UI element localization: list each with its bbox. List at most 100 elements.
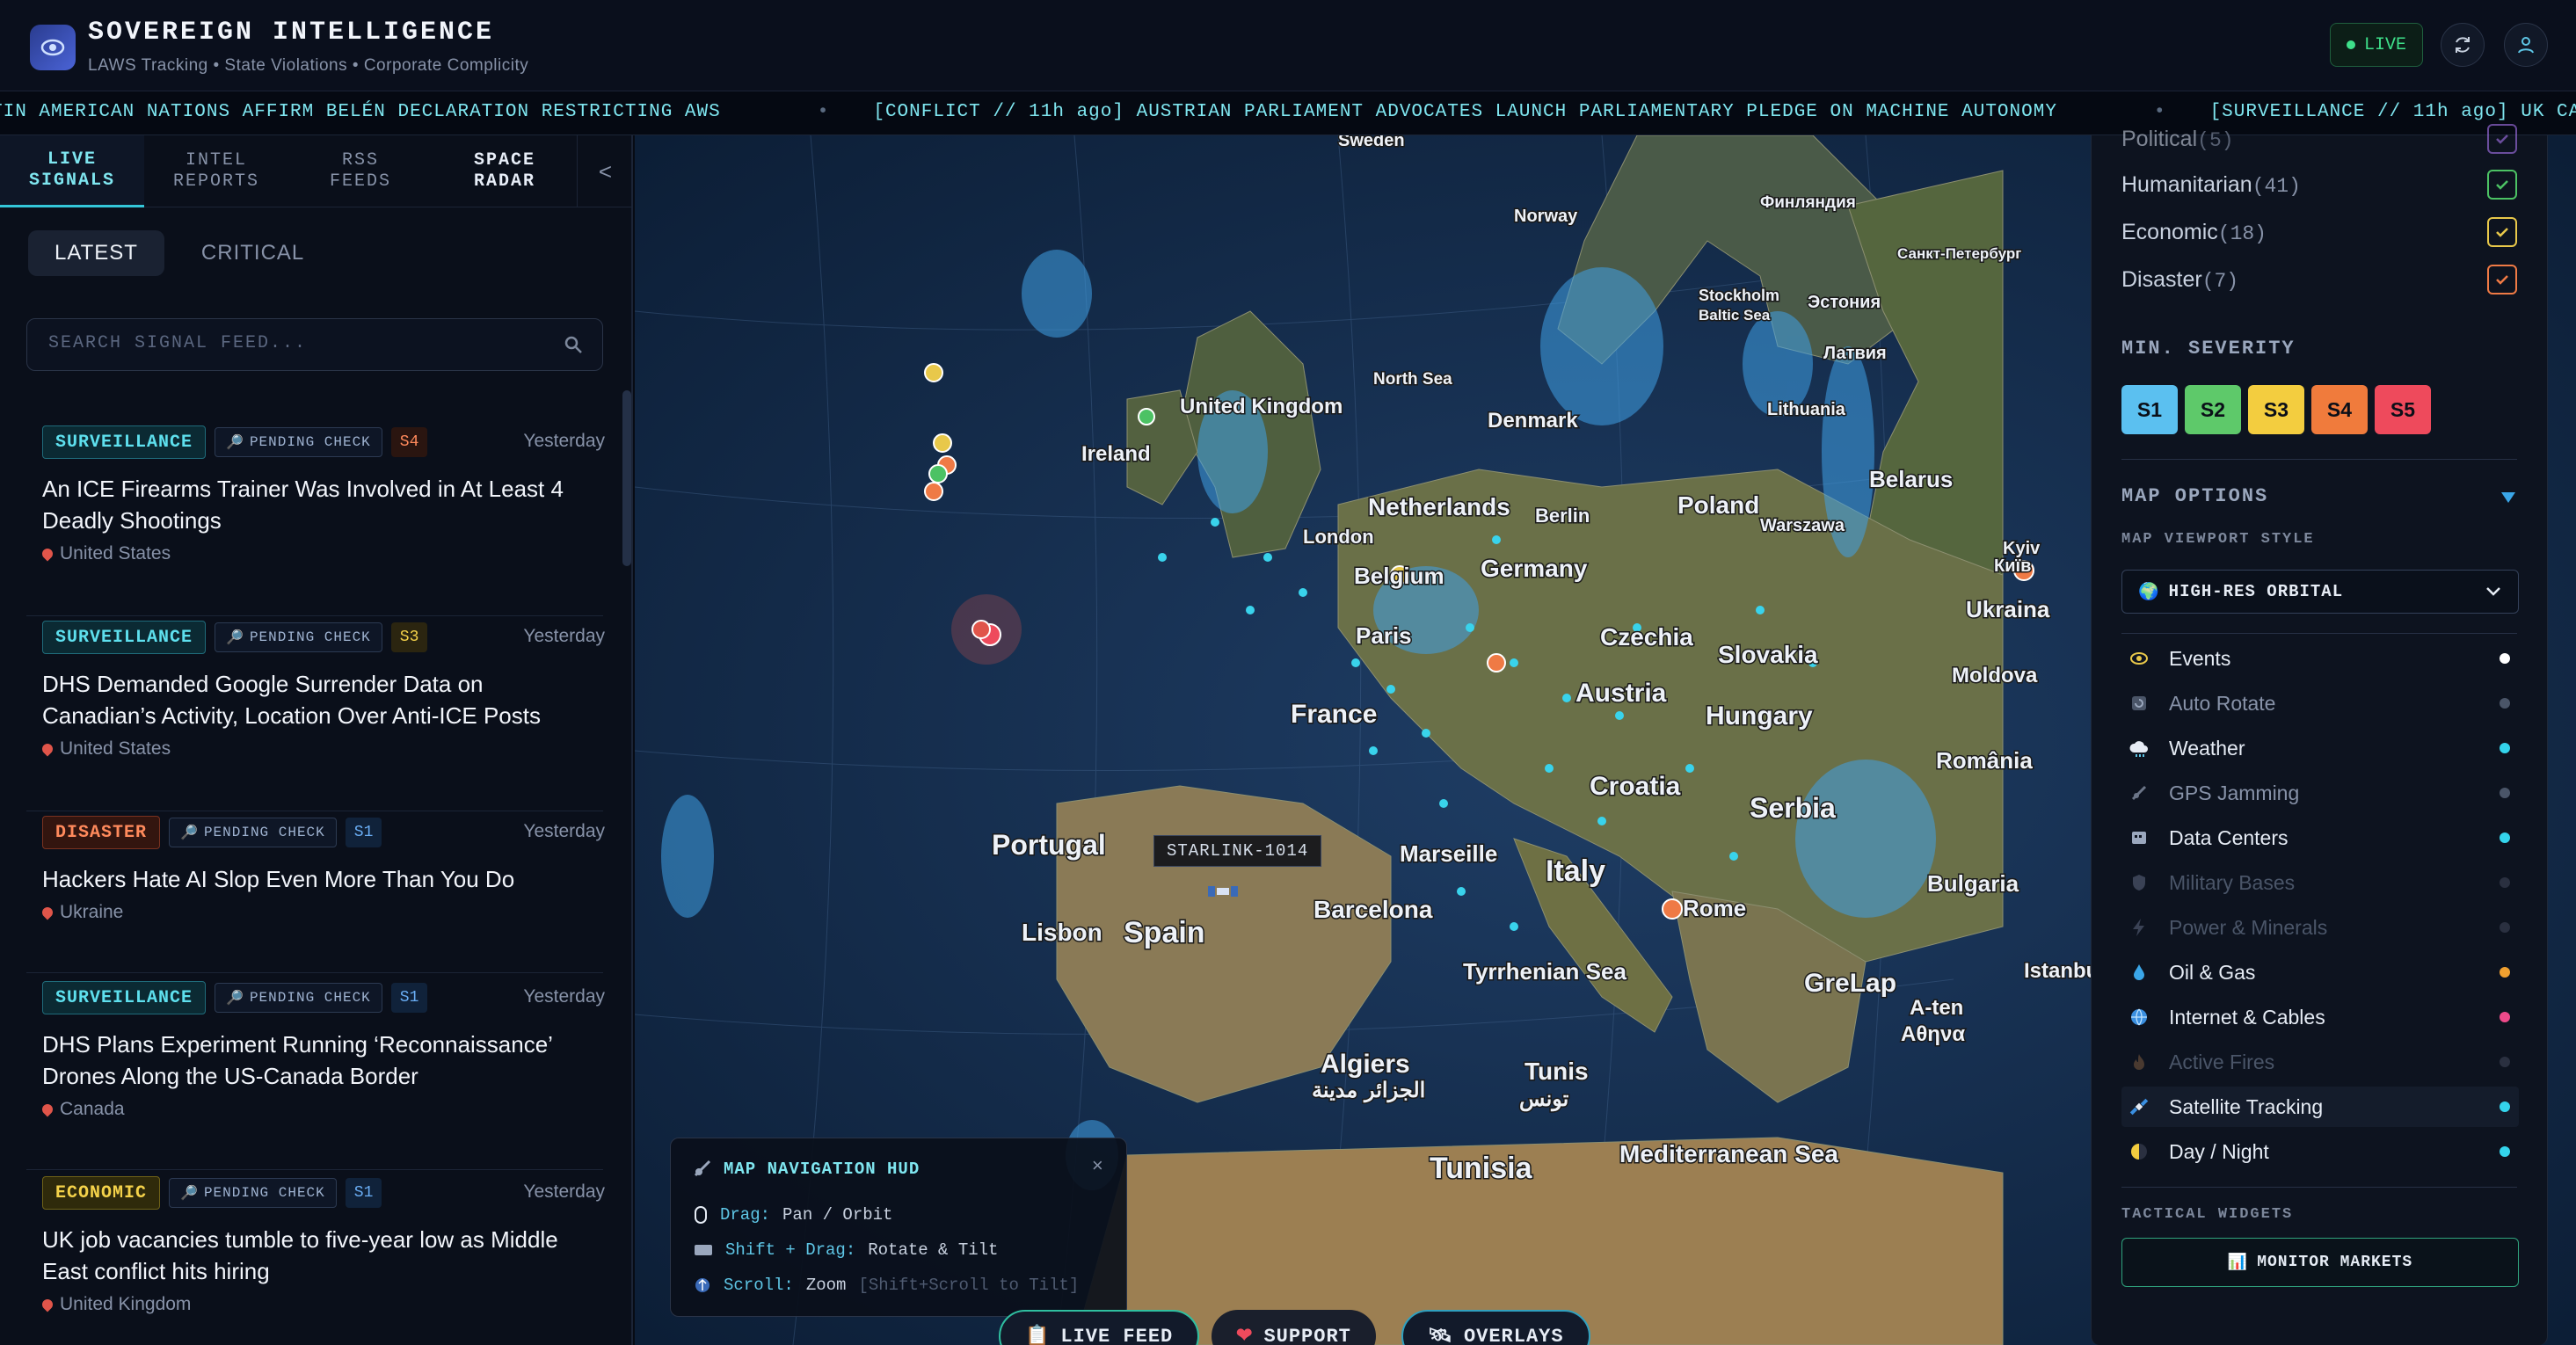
layer-toggle-power-minerals[interactable]: Power & Minerals <box>2121 907 2519 948</box>
ticker-item[interactable]: [CONFLICT // 11h ago] AUSTRIAN PARLIAMEN… <box>873 102 2057 122</box>
layer-toggle-auto-rotate[interactable]: Auto Rotate <box>2121 683 2519 723</box>
signal-card[interactable]: SURVEILLANCE 🔎 PENDING CHECK S3 Yesterday… <box>40 621 605 760</box>
feed-scrollbar[interactable] <box>622 390 631 566</box>
tab-live-signals[interactable]: LIVE SIGNALS <box>0 135 144 207</box>
layer-toggle-oil-gas[interactable]: Oil & Gas <box>2121 952 2519 992</box>
check-icon <box>2496 275 2508 285</box>
map-label: GreLap <box>1804 969 1896 998</box>
subtab-critical[interactable]: CRITICAL <box>175 230 331 276</box>
cloud-icon <box>2127 736 2151 760</box>
status-label: PENDING CHECK <box>203 1185 325 1201</box>
checkbox-disaster[interactable] <box>2487 265 2517 294</box>
layer-toggle-internet-cables[interactable]: Internet & Cables <box>2121 997 2519 1037</box>
checkbox-humanitarian[interactable] <box>2487 170 2517 200</box>
map-label: Poland <box>1677 491 1759 519</box>
timestamp: Yesterday <box>523 1181 605 1202</box>
timestamp: Yesterday <box>523 431 605 451</box>
map-options-heading[interactable]: MAP OPTIONS <box>2121 485 2268 507</box>
layer-toggle-data-centers[interactable]: Data Centers <box>2121 818 2519 858</box>
severity-s3-button[interactable]: S3 <box>2248 385 2304 434</box>
live-feed-button[interactable]: 📋 LIVE FEED <box>999 1310 1200 1345</box>
satellite-dish-icon <box>2127 781 2151 805</box>
close-icon[interactable]: × <box>1092 1156 1103 1178</box>
filter-economic[interactable]: Economic(18) <box>2121 214 2517 250</box>
severity-s5-button[interactable]: S5 <box>2375 385 2431 434</box>
map-label: Lisbon <box>1022 919 1102 946</box>
layer-toggle-day-night[interactable]: Day / Night <box>2121 1131 2519 1172</box>
ticker-item[interactable]: TIN AMERICAN NATIONS AFFIRM BELÉN DECLAR… <box>0 102 721 122</box>
search-input[interactable] <box>48 333 541 353</box>
layer-toggle-active-fires[interactable]: Active Fires <box>2121 1042 2519 1082</box>
layer-toggle-weather[interactable]: Weather <box>2121 728 2519 768</box>
category-badge: SURVEILLANCE <box>42 621 207 654</box>
severity-s4-button[interactable]: S4 <box>2311 385 2368 434</box>
tab-label: REPORTS <box>172 171 259 192</box>
map-label: Sweden <box>1338 135 1405 150</box>
collapse-sidebar-button[interactable]: < <box>577 135 633 207</box>
filter-disaster[interactable]: Disaster(7) <box>2121 262 2517 297</box>
support-button[interactable]: ❤ SUPPORT <box>1212 1310 1376 1345</box>
viewport-style-select[interactable]: 🌍 HIGH-RES ORBITAL <box>2121 570 2519 614</box>
timestamp: Yesterday <box>523 626 605 646</box>
signal-search[interactable] <box>26 318 603 371</box>
map-label: الجزائر <box>1363 1079 1425 1103</box>
layer-toggle-satellite-tracking[interactable]: Satellite Tracking <box>2121 1087 2519 1127</box>
search-icon[interactable] <box>562 333 585 356</box>
signal-card[interactable]: SURVEILLANCE 🔎 PENDING CHECK S4 Yesterday… <box>40 425 605 564</box>
filter-political[interactable]: Political(5) <box>2121 121 2517 156</box>
pending-check-badge: 🔎 PENDING CHECK <box>215 622 382 652</box>
map-label: Tunisia <box>1430 1152 1533 1185</box>
satellite-icon <box>2127 1094 2151 1119</box>
checkbox-political[interactable] <box>2487 124 2517 154</box>
signal-card[interactable]: SURVEILLANCE 🔎 PENDING CHECK S1 Yesterday… <box>40 981 605 1120</box>
severity-badge: S1 <box>390 983 428 1013</box>
layer-label: Data Centers <box>2169 825 2289 849</box>
layer-toggle-gps-jamming[interactable]: GPS Jamming <box>2121 773 2519 813</box>
signal-card[interactable]: DISASTER 🔎 PENDING CHECK S1 Yesterday Hac… <box>40 816 605 923</box>
layer-label: Satellite Tracking <box>2169 1094 2324 1118</box>
map-label: Warszawa <box>1760 516 1845 535</box>
map-label: Санкт-Петербург <box>1897 245 2021 262</box>
filter-count: (18) <box>2217 222 2267 245</box>
monitor-markets-button[interactable]: 📊 MONITOR MARKETS <box>2121 1238 2519 1287</box>
filter-humanitarian[interactable]: Humanitarian(41) <box>2121 167 2517 202</box>
layer-label: Military Bases <box>2169 870 2296 894</box>
user-profile-button[interactable] <box>2504 23 2548 67</box>
severity-s2-button[interactable]: S2 <box>2185 385 2241 434</box>
filter-count: (41) <box>2252 174 2301 198</box>
subtab-latest[interactable]: LATEST <box>28 230 164 276</box>
divider <box>26 1169 603 1170</box>
checkbox-economic[interactable] <box>2487 217 2517 247</box>
status-dot-icon <box>2500 1101 2510 1112</box>
triangle-down-icon[interactable] <box>2500 491 2517 505</box>
signal-card[interactable]: ECONOMIC 🔎 PENDING CHECK S1 Yesterday UK … <box>40 1176 605 1315</box>
ticker-item[interactable]: [SURVEILLANCE // 11h ago] UK CAMPAIGN RE… <box>2210 102 2576 122</box>
map-label: Portugal <box>992 829 1106 861</box>
status-dot-icon <box>2500 832 2510 843</box>
signal-title[interactable]: DHS Demanded Google Surrender Data on Ca… <box>42 668 587 731</box>
satellite-label[interactable]: STARLINK-1014 <box>1153 835 1322 867</box>
signal-title[interactable]: An ICE Firearms Trainer Was Involved in … <box>42 473 587 536</box>
layer-toggle-events[interactable]: Events <box>2121 638 2519 679</box>
timestamp: Yesterday <box>523 986 605 1007</box>
filter-label: Political <box>2121 126 2198 151</box>
severity-badge: S1 <box>345 818 382 847</box>
refresh-icon <box>2456 37 2470 53</box>
divider <box>2121 633 2517 634</box>
refresh-button[interactable] <box>2441 23 2485 67</box>
magnifier-icon: 🔎 <box>226 991 244 1007</box>
severity-s1-button[interactable]: S1 <box>2121 385 2178 434</box>
overlays-button[interactable]: 🛰 OVERLAYS <box>1401 1310 1590 1345</box>
tab-rss-feeds[interactable]: RSS FEEDS <box>288 135 433 207</box>
location: United Kingdom <box>40 1294 605 1315</box>
hint-key: Shift + Drag: <box>725 1240 856 1260</box>
signal-title[interactable]: UK job vacancies tumble to five-year low… <box>42 1224 587 1287</box>
tab-intel-reports[interactable]: INTEL REPORTS <box>144 135 288 207</box>
fire-icon <box>2127 1050 2151 1074</box>
keyboard-icon <box>695 1245 712 1255</box>
signal-title[interactable]: Hackers Hate AI Slop Even More Than You … <box>42 863 587 895</box>
filter-count: (7) <box>2201 269 2239 293</box>
layer-toggle-military-bases[interactable]: Military Bases <box>2121 862 2519 903</box>
signal-title[interactable]: DHS Plans Experiment Running ‘Reconnaiss… <box>42 1029 587 1092</box>
tab-space-radar[interactable]: SPACE RADAR <box>433 135 577 207</box>
